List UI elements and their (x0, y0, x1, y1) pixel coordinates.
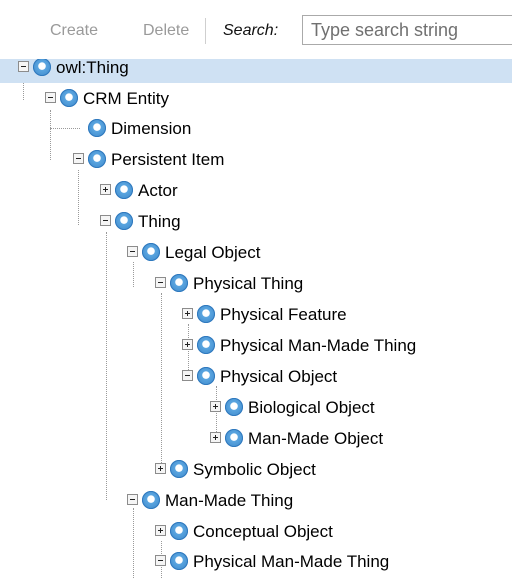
tree-node-physical-feature[interactable]: Physical Feature (0, 300, 512, 330)
collapse-icon[interactable] (127, 494, 138, 505)
class-node-icon (197, 336, 215, 354)
collapse-icon[interactable] (45, 92, 56, 103)
collapse-icon[interactable] (182, 370, 193, 381)
expand-icon[interactable] (210, 401, 221, 412)
class-node-icon (225, 429, 243, 447)
tree-node-thing[interactable]: Thing (0, 207, 512, 237)
toolbar-divider (205, 18, 206, 44)
tree-node-label[interactable]: Dimension (111, 119, 191, 139)
tree-node-label[interactable]: CRM Entity (83, 89, 169, 109)
tree-node-actor[interactable]: Actor (0, 176, 512, 206)
collapse-icon[interactable] (18, 61, 29, 72)
tree-node-label[interactable]: owl:Thing (56, 58, 129, 78)
collapse-icon[interactable] (127, 246, 138, 257)
class-node-icon (142, 491, 160, 509)
class-node-icon (170, 522, 188, 540)
tree-node-physical-man-made-thing-2[interactable]: Physical Man-Made Thing (0, 547, 512, 577)
expand-icon[interactable] (182, 339, 193, 350)
expand-icon[interactable] (155, 463, 166, 474)
tree-node-label[interactable]: Actor (138, 181, 178, 201)
collapse-icon[interactable] (73, 153, 84, 164)
expand-icon[interactable] (210, 432, 221, 443)
tree-node-legal-object[interactable]: Legal Object (0, 238, 512, 268)
delete-button[interactable]: Delete (143, 22, 189, 40)
tree-node-conceptual-object[interactable]: Conceptual Object (0, 517, 512, 547)
class-node-icon (197, 305, 215, 323)
class-hierarchy-tree: owl:Thing CRM Entity Dimension Persisten… (0, 0, 512, 578)
tree-toolbar: Create Delete Search: (0, 0, 512, 59)
collapse-icon[interactable] (155, 555, 166, 566)
class-node-icon (88, 150, 106, 168)
tree-node-physical-man-made-thing[interactable]: Physical Man-Made Thing (0, 331, 512, 361)
class-node-icon (197, 367, 215, 385)
search-input[interactable] (302, 15, 512, 45)
tree-node-label[interactable]: Symbolic Object (193, 460, 316, 480)
class-node-icon (88, 119, 106, 137)
tree-node-label[interactable]: Legal Object (165, 243, 260, 263)
tree-node-label[interactable]: Physical Thing (193, 274, 303, 294)
collapse-icon[interactable] (155, 277, 166, 288)
class-node-icon (225, 398, 243, 416)
tree-node-label[interactable]: Man-Made Object (248, 429, 383, 449)
class-node-icon (170, 552, 188, 570)
create-button[interactable]: Create (50, 22, 98, 40)
tree-node-label[interactable]: Physical Feature (220, 305, 347, 325)
tree-node-man-made-object[interactable]: Man-Made Object (0, 424, 512, 454)
tree-node-symbolic-object[interactable]: Symbolic Object (0, 455, 512, 485)
tree-node-crm-entity[interactable]: CRM Entity (0, 84, 512, 114)
expand-icon[interactable] (100, 184, 111, 195)
tree-node-physical-object[interactable]: Physical Object (0, 362, 512, 392)
expand-icon[interactable] (182, 308, 193, 319)
collapse-icon[interactable] (100, 215, 111, 226)
search-label: Search: (223, 22, 279, 39)
tree-node-label[interactable]: Conceptual Object (193, 522, 333, 542)
tree-node-dimension[interactable]: Dimension (0, 114, 512, 144)
class-node-icon (170, 460, 188, 478)
class-node-icon (60, 89, 78, 107)
tree-node-label[interactable]: Thing (138, 212, 181, 232)
expand-icon[interactable] (155, 525, 166, 536)
class-node-icon (170, 274, 188, 292)
tree-node-biological-object[interactable]: Biological Object (0, 393, 512, 423)
tree-node-label[interactable]: Physical Man-Made Thing (193, 552, 389, 572)
tree-node-physical-thing[interactable]: Physical Thing (0, 269, 512, 299)
tree-node-label[interactable]: Man-Made Thing (165, 491, 293, 511)
tree-node-label[interactable]: Physical Man-Made Thing (220, 336, 416, 356)
class-node-icon (33, 58, 51, 76)
class-node-icon (115, 181, 133, 199)
tree-node-label[interactable]: Biological Object (248, 398, 375, 418)
tree-node-label[interactable]: Persistent Item (111, 150, 224, 170)
tree-node-label[interactable]: Physical Object (220, 367, 337, 387)
tree-node-man-made-thing[interactable]: Man-Made Thing (0, 486, 512, 516)
class-node-icon (115, 212, 133, 230)
class-node-icon (142, 243, 160, 261)
tree-node-persistent-item[interactable]: Persistent Item (0, 145, 512, 175)
